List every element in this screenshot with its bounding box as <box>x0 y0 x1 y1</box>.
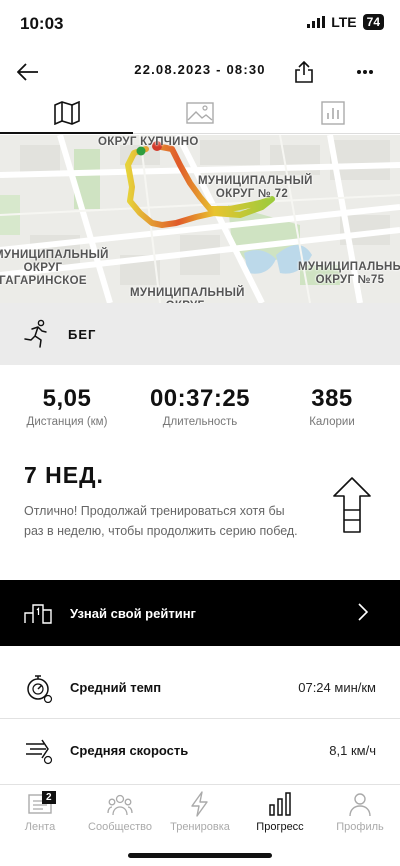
home-indicator <box>128 853 272 858</box>
image-icon <box>186 101 214 124</box>
stat-calories-label: Калории <box>309 416 355 428</box>
nav-progress-label: Прогресс <box>256 821 304 833</box>
share-icon <box>295 61 313 83</box>
more-icon <box>357 70 373 74</box>
stat-calories-value: 385 <box>311 385 353 412</box>
nav-feed[interactable]: 2 Лента <box>0 785 80 866</box>
nav-profile-label: Профиль <box>336 821 384 833</box>
stat-distance: 5,05 Дистанция (км) <box>17 385 117 428</box>
share-button[interactable] <box>288 56 320 88</box>
runner-icon <box>24 319 47 348</box>
speed-icon <box>26 739 53 765</box>
more-button[interactable] <box>349 56 381 88</box>
metric-avg-speed[interactable]: Средняя скорость 8,1 км/ч <box>0 719 400 781</box>
rating-label: Узнай свой рейтинг <box>70 605 196 621</box>
metric-avg-pace-value: 07:24 мин/км <box>298 680 376 695</box>
nav-feed-label: Лента <box>24 821 56 833</box>
signal-icon <box>307 16 326 28</box>
stat-duration-label: Длительность <box>162 416 238 428</box>
sport-type-bar: БЕГ <box>0 303 400 365</box>
view-tabs <box>0 92 400 134</box>
status-time: 10:03 <box>20 14 64 33</box>
status-indicators: LTE 74 <box>307 14 384 30</box>
stat-duration-value: 00:37:25 <box>149 385 251 412</box>
rating-banner[interactable]: Узнай свой рейтинг <box>0 580 400 646</box>
stat-calories: 385 Калории <box>282 385 382 428</box>
stat-distance-label: Дистанция (км) <box>26 416 108 428</box>
tab-map[interactable] <box>0 92 134 134</box>
streak-card: 7 НЕД. Отлично! Продолжай тренироваться … <box>24 462 384 541</box>
podium-icon <box>24 604 52 624</box>
streak-title: 7 НЕД. <box>24 462 104 488</box>
bar-chart-icon <box>269 792 291 816</box>
tab-charts[interactable] <box>267 92 400 133</box>
stat-duration: 00:37:25 Длительность <box>140 385 260 428</box>
nav-workout-label: Тренировка <box>170 821 230 833</box>
header: 22.08.2023 - 08:30 <box>0 48 400 92</box>
community-icon <box>107 794 133 816</box>
metric-avg-pace[interactable]: Средний темп 07:24 мин/км <box>0 657 400 719</box>
chevron-right-icon <box>358 603 368 621</box>
chart-icon <box>321 100 346 125</box>
map-label-kupchino: ОКРУГ КУПЧИНО <box>98 136 199 148</box>
metric-avg-speed-value: 8,1 км/ч <box>329 742 376 758</box>
nav-profile[interactable]: Профиль <box>320 785 400 866</box>
status-bar: 10:03 LTE 74 <box>0 0 400 46</box>
map-label-okrug-72: МУНИЦИПАЛЬНЫЙ ОКРУГ № 72 <box>198 175 313 200</box>
network-label: LTE <box>331 14 357 30</box>
map-label-okrug-75: МУНИЦИПАЛЬНЫЙ ОКРУГ №75 <box>298 261 400 286</box>
route-map[interactable]: ОКРУГ КУПЧИНО МУНИЦИПАЛЬНЫЙ ОКРУГ № 72 М… <box>0 135 400 303</box>
ladder-arrow-icon <box>333 477 371 533</box>
metric-avg-speed-label: Средняя скорость <box>70 742 189 758</box>
nav-community-label: Сообщество <box>88 821 152 833</box>
map-icon <box>53 100 80 125</box>
feed-badge: 2 <box>42 791 56 804</box>
stat-distance-value: 5,05 <box>42 385 92 412</box>
battery-icon: 74 <box>362 14 384 30</box>
metric-avg-pace-label: Средний темп <box>70 680 162 695</box>
map-label-gagarinskoe: МУНИЦИПАЛЬНЫЙ ОКРУГ ГАГАРИНСКОЕ <box>0 249 109 287</box>
stopwatch-icon <box>27 674 53 703</box>
streak-text: Отлично! Продолжай тренироваться хотя бы… <box>24 504 298 538</box>
tab-photos[interactable] <box>133 92 266 133</box>
lightning-icon <box>191 791 208 817</box>
profile-icon <box>349 793 371 817</box>
sport-label: БЕГ <box>68 326 97 342</box>
map-label-okrug: МУНИЦИПАЛЬНЫЙ ОКРУГ <box>130 287 245 303</box>
page-title: 22.08.2023 - 08:30 <box>134 62 266 77</box>
